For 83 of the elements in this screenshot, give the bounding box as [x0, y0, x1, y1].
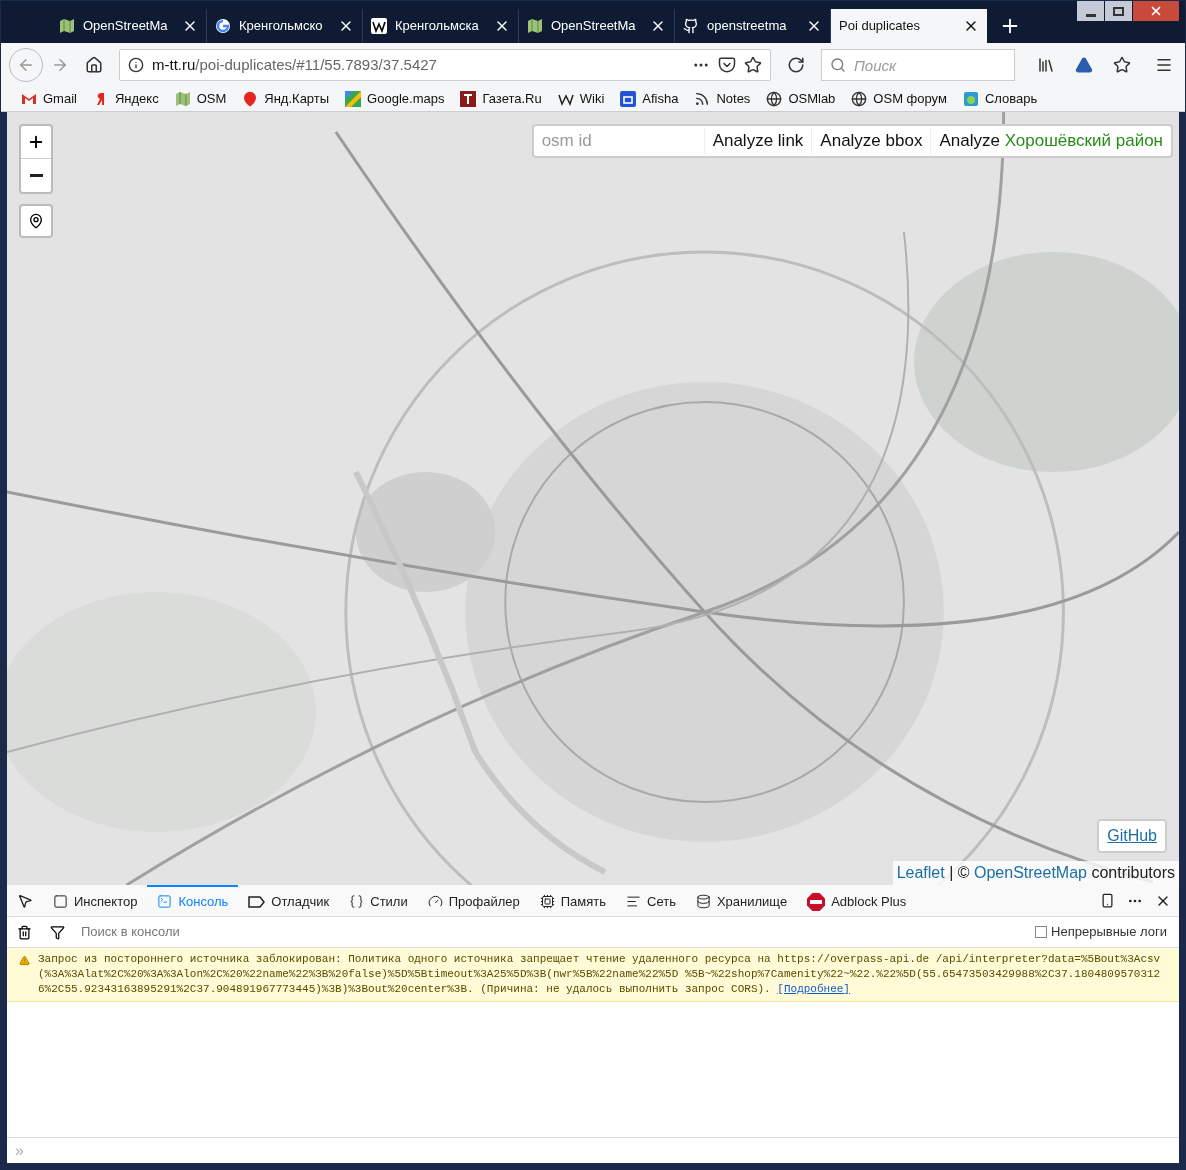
triangle-icon[interactable] [1075, 56, 1093, 74]
tab-title: Poi duplicates [839, 17, 921, 36]
inspector-icon [53, 894, 68, 909]
console-icon [157, 894, 173, 909]
osm-id-field[interactable]: osm id [533, 126, 704, 156]
devtools-tab[interactable]: Сеть [616, 885, 686, 916]
home-icon[interactable] [85, 56, 103, 74]
bookmark-item[interactable]: Wiki [557, 89, 605, 109]
bookmark-item[interactable]: Gmail [21, 89, 77, 109]
tab-title: OpenStreetMa [551, 17, 637, 36]
maximize-button[interactable] [1105, 1, 1132, 21]
devtools-tab[interactable]: Хранилище [685, 885, 798, 916]
minimize-button[interactable] [1077, 1, 1104, 21]
persist-logs-checkbox[interactable]: Непрерывные логи [1035, 922, 1167, 942]
pin-icon [28, 213, 44, 229]
tab-title: OpenStreetMa [83, 17, 169, 36]
plus-icon [27, 133, 45, 151]
responsive-icon[interactable] [1100, 893, 1115, 908]
warning-icon [19, 955, 30, 966]
console-filter-field[interactable]: Поиск в консоли [81, 922, 1036, 942]
devtools-tab[interactable]: Adblock Plus [797, 885, 917, 916]
bookmark-item[interactable]: Газета.Ru [460, 89, 542, 109]
learn-more-link[interactable]: [Подробнее] [777, 983, 850, 995]
minimize-icon [1085, 14, 1096, 17]
tab-title: Кренгольмско [239, 17, 324, 36]
maximize-icon [1113, 6, 1124, 16]
chip-icon [539, 894, 555, 909]
github-link[interactable]: GitHub [1097, 819, 1167, 853]
globe-icon [851, 91, 868, 107]
globe-icon [766, 91, 783, 107]
forward-icon[interactable] [51, 56, 69, 74]
lines-icon [626, 894, 642, 909]
pin-icon [242, 91, 259, 107]
bookmark-item[interactable]: Янд.Карты [242, 89, 330, 109]
pick-element-icon[interactable] [17, 892, 33, 909]
search-field[interactable]: Поиск [821, 49, 1015, 81]
google-icon [215, 18, 231, 34]
bookmark-item[interactable]: Яндекс [92, 89, 159, 109]
database-icon [695, 894, 711, 909]
console-message: Запрос из постороннего источника заблокирован: Политика одного источника запрещает чтение удаленного ресурса на https://overpass-api.de /api/interpreter?data=%5Bout%3Acsv(%3A%3Alat%2C%20%3A%3Alon%2C%20%22name%22%3B%20false)%5D%5Btimeout%3A25%5D%3B(nwr%5B%22name%22%5D %5B~%22shop%7Camenity%22~%22.%22%5D(55.65473503429988%2C37.18048095703126%2C55.92343163895291%2C37.904891967773445)%3B)%3Bout%20center%3B. (Причина: не удалось выполнить запрос CORS). [Подробнее] [38, 952, 1162, 997]
trash-icon[interactable] [17, 924, 32, 940]
bookmark-item[interactable]: Словарь [962, 89, 1038, 109]
wiki-icon [371, 18, 387, 34]
braces-icon [349, 894, 365, 909]
mail-icon [21, 91, 37, 107]
browser-tab[interactable]: Poi duplicates [831, 9, 987, 43]
devtools-tab[interactable]: Стили [339, 885, 418, 916]
info-icon[interactable] [128, 57, 144, 73]
close-icon [1149, 4, 1163, 18]
menu-icon[interactable] [1155, 56, 1173, 74]
address-bar[interactable]: m-tt.ru/poi-duplicates/#11/55.7893/37.5427 [119, 49, 771, 81]
devtools-tab[interactable]: Консоль [147, 885, 239, 916]
feed-icon [694, 91, 711, 107]
github-icon [683, 18, 699, 34]
pocket-icon[interactable] [718, 56, 736, 74]
reload-icon[interactable] [787, 56, 805, 74]
devtools-tab[interactable]: Память [529, 885, 617, 916]
tab-title: Кренгольмска [395, 17, 480, 36]
minus-icon [29, 174, 43, 177]
devtools-tab[interactable]: Профайлер [417, 885, 530, 916]
analyze-link[interactable]: Analyze Хорошёвский район [930, 128, 1171, 154]
gauge-icon [427, 894, 443, 909]
library-icon[interactable] [1037, 56, 1055, 74]
stop-sign-icon [807, 892, 826, 911]
url-text: m-tt.ru/poi-duplicates/#11/55.7893/37.5427 [152, 54, 438, 75]
search-icon [830, 57, 846, 73]
debugger-icon [248, 895, 266, 908]
tab-title: openstreetma [707, 17, 788, 36]
devtools-tab[interactable]: Отладчик [238, 885, 340, 916]
analyze-link[interactable]: Analyze bbox [811, 128, 931, 154]
bookmark-star-icon[interactable] [1113, 56, 1131, 74]
analyze-link[interactable]: Analyze link [703, 128, 812, 154]
star-icon[interactable] [744, 56, 762, 74]
bookmark-item[interactable]: Notes [694, 89, 751, 109]
bookmark-item[interactable]: OSM форум [851, 89, 947, 109]
filter-icon[interactable] [50, 924, 65, 940]
devtools-tab[interactable]: Инспектор [43, 885, 148, 916]
bookmark-item[interactable]: Afisha [620, 89, 679, 109]
bookmark-item[interactable]: OSM [174, 89, 227, 109]
locate-button[interactable] [19, 204, 53, 238]
bookmark-item[interactable]: OSMlab [766, 89, 836, 109]
map-attribution: Leaflet | © OpenStreetMap contributors [892, 861, 1179, 885]
bookmark-item[interactable]: Google.maps [345, 89, 445, 109]
